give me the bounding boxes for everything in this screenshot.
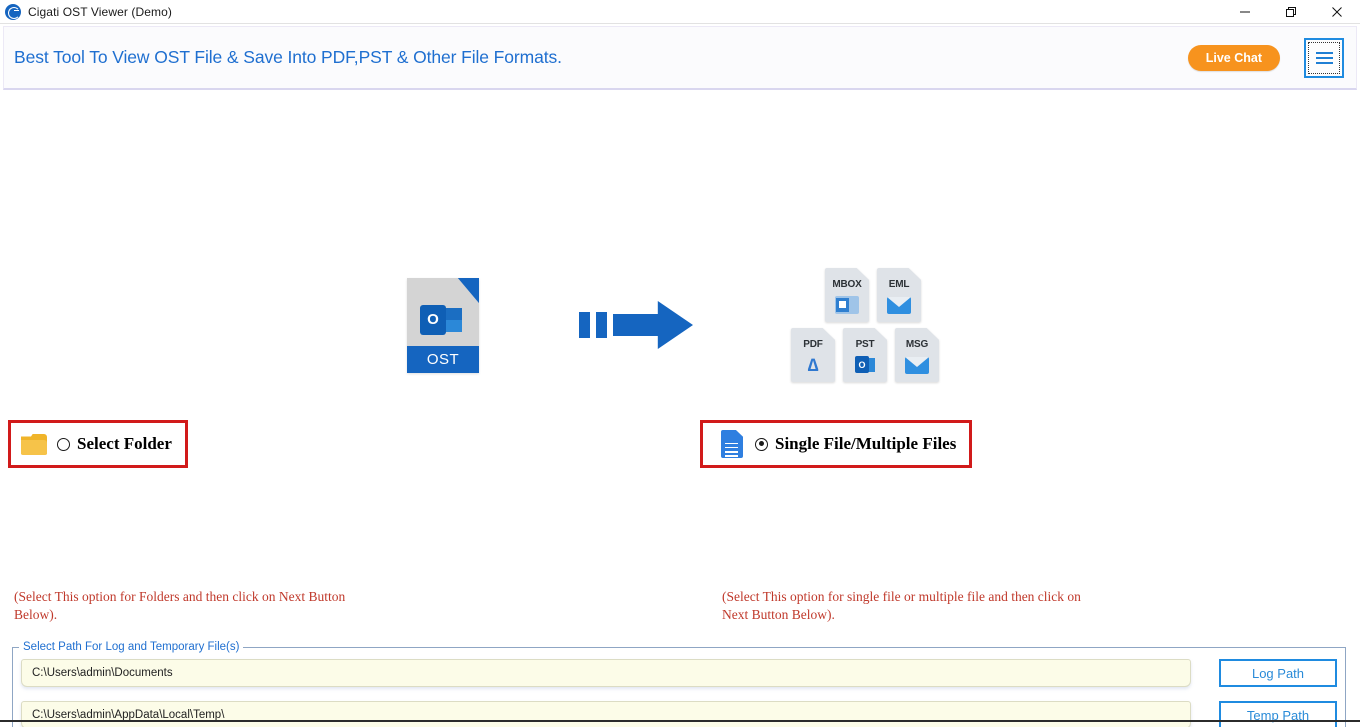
- eml-file-label: EML: [888, 279, 910, 290]
- path-buttons: Log Path Temp Path: [1219, 659, 1337, 727]
- select-folder-label: Select Folder: [77, 434, 172, 453]
- single-file-label: Single File/Multiple Files: [775, 434, 957, 453]
- main-content: O OST MBOX EML PDF ∆ PST O MSG Select Fo…: [0, 90, 1360, 727]
- msg-file-label: MSG: [905, 339, 929, 350]
- window-title-bar: Cigati OST Viewer (Demo): [0, 0, 1360, 24]
- mbox-file-icon: MBOX: [825, 268, 869, 322]
- pst-file-icon: PST O: [843, 328, 887, 382]
- outlook-letter: O: [427, 311, 439, 328]
- minimize-icon[interactable]: [1222, 0, 1268, 24]
- temp-path-button[interactable]: Temp Path: [1219, 701, 1337, 727]
- conversion-graphic: O OST MBOX EML PDF ∆ PST O MSG: [0, 210, 1360, 440]
- ost-file-icon: O OST: [407, 277, 479, 373]
- output-formats-group: MBOX EML PDF ∆ PST O MSG: [791, 268, 953, 382]
- select-folder-hint: (Select This option for Folders and then…: [14, 589, 346, 623]
- ost-file-label: OST: [407, 345, 479, 373]
- envelope-glyph-icon: [877, 294, 921, 316]
- pst-file-label: PST: [855, 339, 875, 350]
- arrow-head: [613, 301, 693, 349]
- hamburger-lines: [1315, 49, 1333, 67]
- pdf-file-label: PDF: [803, 339, 823, 350]
- outlook-panel-left: O: [420, 304, 446, 335]
- msg-file-icon: MSG: [895, 328, 939, 382]
- output-formats-row-bottom: PDF ∆ PST O MSG: [791, 328, 939, 382]
- arrow-dash-2: [596, 312, 607, 338]
- select-folder-option[interactable]: Select Folder: [8, 420, 188, 468]
- envelope-glyph-icon: [895, 354, 939, 376]
- path-selection-group: Select Path For Log and Temporary File(s…: [12, 641, 1346, 727]
- path-selection-legend: Select Path For Log and Temporary File(s…: [23, 641, 240, 653]
- mailbox-glyph-icon: [825, 294, 869, 316]
- path-selection-inner: Log Path Temp Path: [13, 653, 1345, 727]
- folder-icon: [21, 433, 47, 455]
- path-inputs: [21, 659, 1191, 727]
- header-tagline: Best Tool To View OST File & Save Into P…: [14, 47, 562, 67]
- outlook-logo-icon: O: [420, 304, 462, 337]
- header-banner-wrap: Best Tool To View OST File & Save Into P…: [0, 24, 1360, 90]
- cigati-logo-icon: [5, 3, 21, 20]
- log-path-input[interactable]: [21, 659, 1191, 687]
- select-folder-radio[interactable]: [57, 437, 70, 451]
- window-controls: [1222, 0, 1360, 24]
- eml-file-icon: EML: [877, 268, 921, 322]
- log-path-button[interactable]: Log Path: [1219, 659, 1337, 687]
- pdf-file-icon: PDF ∆: [791, 328, 835, 382]
- single-file-hint: (Select This option for single file or m…: [722, 589, 1081, 623]
- pdf-glyph-icon: ∆: [807, 355, 819, 375]
- close-icon[interactable]: [1314, 0, 1360, 24]
- window-title: Cigati OST Viewer (Demo): [28, 4, 172, 19]
- temp-path-input[interactable]: [21, 701, 1191, 727]
- restore-icon[interactable]: [1268, 0, 1314, 24]
- window-bottom-rule: [0, 720, 1360, 722]
- right-arrow-icon: [579, 301, 693, 349]
- mbox-file-label: MBOX: [832, 279, 862, 290]
- single-file-option[interactable]: Single File/Multiple Files: [700, 420, 972, 468]
- header-banner: Best Tool To View OST File & Save Into P…: [3, 26, 1357, 90]
- single-file-radio[interactable]: [755, 437, 768, 451]
- live-chat-button[interactable]: Live Chat: [1187, 44, 1280, 71]
- arrow-dash-1: [579, 312, 590, 338]
- header-actions: Live Chat: [1187, 37, 1344, 78]
- hamburger-menu-icon[interactable]: [1304, 37, 1344, 78]
- output-formats-row-top: MBOX EML: [825, 268, 921, 322]
- outlook-glyph-icon: O: [843, 354, 887, 376]
- document-icon: [721, 430, 743, 458]
